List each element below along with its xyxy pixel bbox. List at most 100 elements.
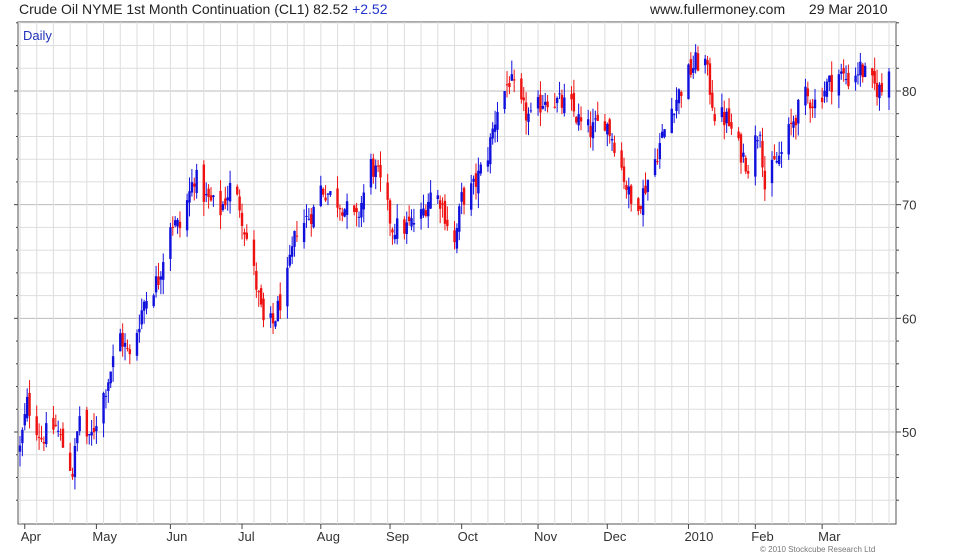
down-candle xyxy=(553,106,556,108)
up-candle xyxy=(859,61,862,76)
up-candle xyxy=(670,108,673,134)
down-candle xyxy=(713,114,716,122)
down-candle xyxy=(746,171,750,174)
up-candle xyxy=(18,445,22,452)
down-candle xyxy=(871,68,874,76)
down-candle xyxy=(453,230,456,243)
down-candle xyxy=(570,94,573,100)
up-candle xyxy=(470,183,473,210)
up-candle xyxy=(419,209,423,219)
up-candle xyxy=(329,191,332,195)
down-candle xyxy=(708,63,712,95)
up-candle xyxy=(823,90,826,97)
up-candle xyxy=(374,165,377,178)
down-candle xyxy=(295,235,299,237)
up-candle xyxy=(658,143,662,160)
up-candle xyxy=(23,414,26,426)
down-candle xyxy=(353,205,356,212)
up-candle xyxy=(73,445,77,477)
up-candle xyxy=(226,197,229,201)
down-candle xyxy=(842,68,845,74)
x-tick-label: Oct xyxy=(458,529,479,544)
x-tick-label: Apr xyxy=(21,529,42,544)
up-candle xyxy=(176,219,179,227)
down-candle xyxy=(121,332,124,347)
period-label: Daily xyxy=(23,28,52,43)
x-tick-label: Jun xyxy=(166,529,187,544)
up-candle xyxy=(212,195,215,198)
up-candle xyxy=(357,216,361,218)
up-candle xyxy=(343,209,346,217)
down-candle xyxy=(379,164,382,178)
down-candle xyxy=(727,108,731,127)
down-candle xyxy=(603,121,607,131)
up-candle xyxy=(770,159,774,184)
down-candle xyxy=(689,59,693,75)
down-candle xyxy=(219,190,222,216)
x-tick-label: Sep xyxy=(386,529,409,544)
down-candle xyxy=(880,83,884,93)
up-candle xyxy=(360,203,363,218)
down-candle xyxy=(441,203,444,205)
up-candle xyxy=(591,122,595,139)
up-candle xyxy=(720,107,724,118)
down-candle xyxy=(236,186,239,195)
up-candle xyxy=(369,159,373,188)
up-candle xyxy=(152,295,155,307)
up-candle xyxy=(541,106,545,109)
up-candle xyxy=(472,178,475,182)
up-candle xyxy=(887,71,891,98)
up-candle xyxy=(677,89,681,104)
down-candle xyxy=(68,452,72,471)
up-candle xyxy=(76,431,79,444)
down-candle xyxy=(324,197,327,201)
up-candle xyxy=(290,246,294,257)
up-candle xyxy=(88,434,91,436)
up-candle xyxy=(742,152,745,157)
up-candle xyxy=(307,218,311,220)
up-candle xyxy=(703,58,707,66)
up-candle xyxy=(269,313,272,318)
up-candle xyxy=(135,332,139,356)
up-candle xyxy=(844,79,848,81)
up-candle xyxy=(856,74,860,76)
up-candle xyxy=(455,228,459,249)
down-candle xyxy=(310,214,313,224)
up-candle xyxy=(429,192,432,209)
up-candle xyxy=(663,129,666,137)
up-candle xyxy=(486,160,490,167)
up-candle xyxy=(756,140,759,142)
up-candle xyxy=(293,230,296,247)
down-candle xyxy=(560,94,564,108)
up-candle xyxy=(837,74,841,96)
down-candle xyxy=(873,71,876,84)
down-candle xyxy=(85,409,89,437)
down-candle xyxy=(321,188,325,195)
down-candle xyxy=(40,437,43,440)
up-candle xyxy=(555,97,559,104)
down-candle xyxy=(847,72,850,87)
down-candle xyxy=(579,117,583,122)
down-candle xyxy=(193,183,196,187)
up-candle xyxy=(780,151,783,155)
up-candle xyxy=(694,52,697,70)
down-candle xyxy=(539,94,542,113)
down-candle xyxy=(706,60,709,65)
up-candle xyxy=(45,423,48,444)
down-candle xyxy=(520,78,523,100)
down-candle xyxy=(505,84,509,86)
down-candle xyxy=(238,196,241,211)
up-candle xyxy=(140,310,143,325)
up-candle xyxy=(195,169,198,194)
down-candle xyxy=(522,97,525,101)
down-candle xyxy=(809,102,812,109)
down-candle xyxy=(157,276,160,285)
up-candle xyxy=(427,201,430,217)
up-candle xyxy=(510,74,513,81)
down-candle xyxy=(424,210,428,216)
down-candle xyxy=(42,442,46,444)
down-candle xyxy=(202,164,206,202)
down-candle xyxy=(512,79,516,81)
down-candle xyxy=(207,188,210,198)
up-candle xyxy=(123,342,127,347)
